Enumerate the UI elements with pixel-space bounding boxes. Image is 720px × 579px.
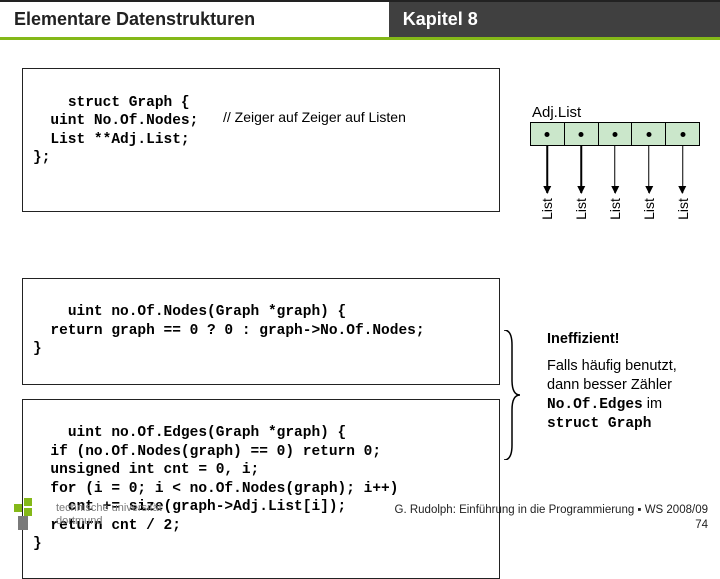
tu-dortmund-logo: technische universität dortmund bbox=[14, 498, 162, 532]
adjlist-diagram: Adj.List List List List List bbox=[530, 122, 700, 146]
side-note-text-mid: im bbox=[643, 396, 662, 412]
header-title-right: Kapitel 8 bbox=[389, 0, 720, 40]
logo-text: technische universität dortmund bbox=[56, 502, 162, 527]
pointer-dot-icon bbox=[545, 132, 550, 137]
curly-brace-icon bbox=[502, 330, 520, 460]
adjlist-cell: List bbox=[666, 123, 699, 145]
side-note-heading: Ineffizient! bbox=[547, 330, 702, 349]
pointer-dot-icon bbox=[680, 132, 685, 137]
footer-page-number: 74 bbox=[395, 518, 708, 534]
footer-attribution: G. Rudolph: Einführung in die Programmie… bbox=[395, 503, 708, 519]
pointer-dot-icon bbox=[612, 132, 617, 137]
adjlist-cell: List bbox=[531, 123, 565, 145]
slide-footer: G. Rudolph: Einführung in die Programmie… bbox=[395, 503, 708, 534]
logo-line2: dortmund bbox=[56, 515, 162, 528]
side-note-text-pre: Falls häufig benutzt, dann besser Zähler bbox=[547, 358, 677, 393]
list-pointer-label: List bbox=[539, 198, 555, 220]
list-pointer-label: List bbox=[607, 198, 623, 220]
code-fn-noofedges: uint no.Of.Edges(Graph *graph) { if (no.… bbox=[22, 399, 500, 579]
logo-line1: technische universität bbox=[56, 502, 162, 515]
list-pointer-label: List bbox=[675, 198, 691, 220]
pointer-dot-icon bbox=[646, 132, 651, 137]
pointer-dot-icon bbox=[579, 132, 584, 137]
code-fn1-text: uint no.Of.Nodes(Graph *graph) { return … bbox=[33, 304, 425, 357]
side-note: Ineffizient! Falls häufig benutzt, dann … bbox=[547, 330, 702, 434]
list-pointer-label: List bbox=[573, 198, 589, 220]
side-note-mono1: No.Of.Edges bbox=[547, 397, 643, 413]
side-note-body: Falls häufig benutzt, dann besser Zähler… bbox=[547, 357, 702, 434]
slide-header: Elementare Datenstrukturen Kapitel 8 bbox=[0, 0, 720, 40]
arrow-down-icon bbox=[648, 145, 650, 193]
list-pointer-label: List bbox=[641, 198, 657, 220]
code-struct-graph: struct Graph { uint No.Of.Nodes; List **… bbox=[22, 68, 500, 212]
code-fn2-text: uint no.Of.Edges(Graph *graph) { if (no.… bbox=[33, 425, 398, 552]
side-note-mono2: struct Graph bbox=[547, 416, 651, 432]
arrow-down-icon bbox=[682, 145, 684, 193]
code-struct-text: struct Graph { uint No.Of.Nodes; List **… bbox=[33, 95, 198, 167]
arrow-down-icon bbox=[614, 145, 616, 193]
arrow-down-icon bbox=[547, 145, 549, 193]
adjlist-array: List List List List List bbox=[530, 122, 700, 146]
adjlist-cell: List bbox=[565, 123, 599, 145]
code-struct-comment: // Zeiger auf Zeiger auf Listen bbox=[223, 109, 406, 127]
arrow-down-icon bbox=[580, 145, 582, 193]
tu-logo-icon bbox=[14, 498, 48, 532]
header-title-left: Elementare Datenstrukturen bbox=[0, 0, 389, 40]
adjlist-title: Adj.List bbox=[532, 104, 581, 121]
adjlist-cell: List bbox=[599, 123, 633, 145]
adjlist-cell: List bbox=[632, 123, 666, 145]
code-fn-noofnodes: uint no.Of.Nodes(Graph *graph) { return … bbox=[22, 278, 500, 385]
